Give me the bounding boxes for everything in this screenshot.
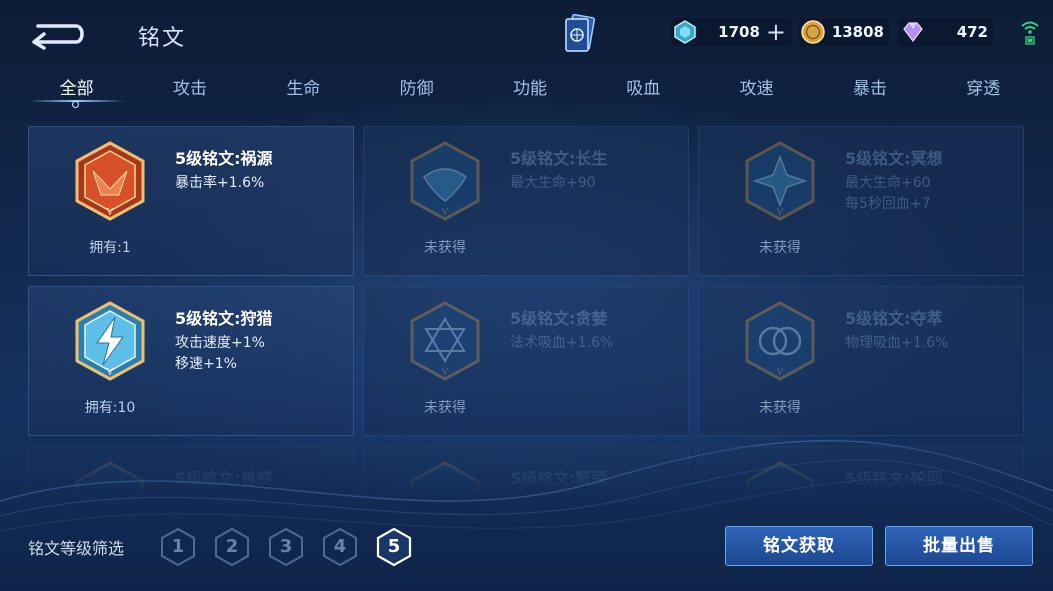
svg-text:V: V: [441, 208, 449, 218]
gold-coin-value: 13808: [831, 23, 884, 41]
svg-text:V: V: [106, 368, 114, 378]
inscription-attributes: 法术吸血+1.6%: [510, 335, 614, 351]
inscription-card[interactable]: V 5级铭文:长生 最大生命+90 未获得: [363, 126, 689, 276]
inscription-card[interactable]: V 5级铭文:夺萃 物理吸血+1.6% 未获得: [698, 286, 1024, 436]
tab-attack-speed[interactable]: 攻速: [700, 68, 813, 108]
inscription-card[interactable]: V 5级铭文:冥想 最大生命+60 每5秒回血+7 未获得: [698, 126, 1024, 276]
inscription-status: 未获得: [759, 240, 801, 256]
red-crest-emblem-icon: V: [75, 141, 145, 221]
inscription-attributes: 暴击率+1.6%: [175, 175, 265, 191]
inscription-name: 5级铭文:狩猎: [175, 309, 273, 328]
inscription-name: 5级铭文:长生: [510, 149, 608, 168]
inscription-card[interactable]: 5级铭文:繁荣: [363, 446, 689, 496]
inscription-grid[interactable]: V 5级铭文:祸源 暴击率+1.6% 拥有:1 V 5级铭文:长生 最大生命+9…: [28, 126, 1024, 496]
add-currency-icon[interactable]: +: [766, 20, 786, 44]
level-filter-label: 铭文等级筛选: [28, 539, 125, 558]
hexagram-emblem-icon: V: [410, 301, 480, 381]
tab-defense[interactable]: 防御: [360, 68, 473, 108]
gold-coin-icon: [801, 20, 825, 44]
back-button[interactable]: [28, 20, 88, 50]
svg-text:V: V: [776, 368, 784, 378]
inscription-card[interactable]: V 5级铭文:狩猎 攻击速度+1% 移速+1% 拥有:10: [28, 286, 354, 436]
batch-sell-button[interactable]: 批量出售: [885, 526, 1033, 566]
inscription-name: 5级铭文:祸源: [175, 149, 273, 168]
blue-emblem-icon: [745, 461, 815, 496]
inscription-name: 5级铭文:冥想: [845, 149, 943, 168]
tab-lifesteal[interactable]: 吸血: [587, 68, 700, 108]
inscription-deck-icon[interactable]: [562, 13, 596, 54]
inscription-name: 5级铭文:兽痕: [175, 469, 273, 488]
header: 铭文 1708 + 13808 472: [0, 0, 1053, 66]
tab-health[interactable]: 生命: [247, 68, 360, 108]
gem-icon: [903, 22, 923, 42]
level-filter-1[interactable]: 1: [159, 527, 197, 567]
svg-text:V: V: [776, 208, 784, 218]
tab-critical[interactable]: 暴击: [813, 68, 926, 108]
inscription-name: 5级铭文:繁荣: [510, 469, 608, 488]
svg-text:V: V: [441, 368, 449, 378]
svg-text:V: V: [106, 208, 114, 218]
knot-emblem-icon: V: [745, 301, 815, 381]
blue-star-emblem-icon: V: [745, 141, 815, 221]
page-title: 铭文: [138, 26, 187, 51]
level-filter-3[interactable]: 3: [267, 527, 305, 567]
obtain-inscription-button[interactable]: 铭文获取: [725, 526, 873, 566]
wifi-signal-icon: [1021, 21, 1039, 45]
inscription-owned-count: 拥有:10: [84, 400, 136, 416]
tab-function[interactable]: 功能: [473, 68, 586, 108]
level-filter-5[interactable]: 5: [375, 527, 413, 567]
inscription-attributes: 攻击速度+1% 移速+1%: [175, 335, 265, 372]
gem-counter: 472: [898, 18, 994, 46]
category-tabs: 全部 攻击 生命 防御 功能 吸血 攻速 暴击 穿透: [20, 68, 1040, 108]
inscription-status: 未获得: [424, 400, 466, 416]
inscription-card[interactable]: 5级铭文:兽痕: [28, 446, 354, 496]
active-tab-indicator: [72, 101, 79, 108]
inscription-name: 5级铭文:夺萃: [845, 309, 943, 328]
blue-emblem-icon: [410, 461, 480, 496]
inscription-attributes: 物理吸血+1.6%: [845, 335, 949, 351]
diamond-coupon-value: 1708: [718, 23, 760, 41]
gem-value: 472: [956, 23, 988, 41]
inscription-status: 未获得: [759, 400, 801, 416]
inscription-card[interactable]: V 5级铭文:贪婪 法术吸血+1.6% 未获得: [363, 286, 689, 436]
tab-attack[interactable]: 攻击: [133, 68, 246, 108]
gold-coin-counter: 13808: [798, 18, 890, 46]
level-filter-4[interactable]: 4: [321, 527, 359, 567]
tab-penetration[interactable]: 穿透: [927, 68, 1040, 108]
inscription-name: 5级铭文:贪婪: [510, 309, 608, 328]
inscription-name: 5级铭文:轮回: [845, 469, 943, 488]
diamond-coupon-icon: [674, 20, 696, 44]
back-arrow-icon: [32, 24, 84, 50]
inscription-attributes: 最大生命+90: [510, 175, 596, 191]
blue-wing-emblem-icon: V: [410, 141, 480, 221]
level-filter-2[interactable]: 2: [213, 527, 251, 567]
diamond-coupon-counter: 1708 +: [670, 18, 792, 46]
inscription-card[interactable]: V 5级铭文:祸源 暴击率+1.6% 拥有:1: [28, 126, 354, 276]
inscription-owned-count: 拥有:1: [89, 240, 131, 256]
inscription-card[interactable]: 5级铭文:轮回: [698, 446, 1024, 496]
blue-emblem-icon: [75, 461, 145, 496]
inscription-status: 未获得: [424, 240, 466, 256]
inscription-attributes: 最大生命+60 每5秒回血+7: [845, 175, 931, 212]
lightning-emblem-icon: V: [75, 301, 145, 381]
